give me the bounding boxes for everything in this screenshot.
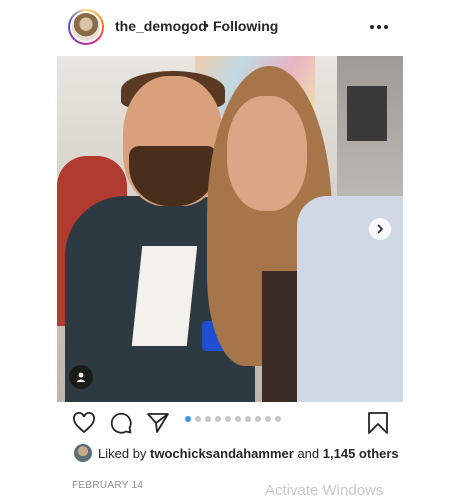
profile-avatar[interactable] — [68, 9, 104, 45]
chevron-right-icon[interactable] — [369, 218, 391, 240]
photo-monitor — [347, 86, 387, 141]
carousel-dot — [255, 416, 261, 422]
share-icon[interactable] — [146, 411, 170, 435]
post-photo[interactable] — [57, 56, 403, 402]
photo-shirt-logo — [131, 246, 198, 346]
likes-connector: and — [297, 446, 320, 461]
bookmark-icon[interactable] — [366, 411, 390, 435]
post-actions — [0, 404, 450, 442]
heart-icon[interactable] — [72, 411, 96, 435]
carousel-indicator — [185, 416, 281, 422]
carousel-dot — [225, 416, 231, 422]
carousel-dot — [205, 416, 211, 422]
carousel-dot — [275, 416, 281, 422]
carousel-dot — [265, 416, 271, 422]
avatar-border — [70, 11, 102, 43]
following-button[interactable]: Following — [213, 18, 278, 34]
likes-prefix: Liked by — [98, 446, 147, 461]
carousel-dot — [245, 416, 251, 422]
likes-others-link[interactable]: 1,145 others — [323, 446, 399, 461]
photo-woman-face — [227, 96, 307, 211]
carousel-dot — [235, 416, 241, 422]
post-date[interactable]: FEBRUARY 14 — [72, 480, 143, 491]
liker-avatar[interactable] — [74, 444, 92, 462]
carousel-dot — [195, 416, 201, 422]
more-icon[interactable] — [370, 25, 388, 31]
comment-icon[interactable] — [109, 411, 133, 435]
user-tag-icon[interactable] — [69, 365, 93, 389]
post-header: the_demogod • Following — [0, 0, 450, 54]
activation-watermark: Activate Windows — [265, 482, 384, 499]
carousel-dot — [215, 416, 221, 422]
carousel-dot-active — [185, 416, 191, 422]
liker-username-link[interactable]: twochicksandahammer — [150, 446, 294, 461]
username-link[interactable]: the_demogod — [115, 18, 207, 34]
avatar-image — [72, 13, 100, 41]
likes-summary: Liked by twochicksandahammer and 1,145 o… — [98, 446, 399, 461]
header-separator: • — [204, 17, 209, 33]
